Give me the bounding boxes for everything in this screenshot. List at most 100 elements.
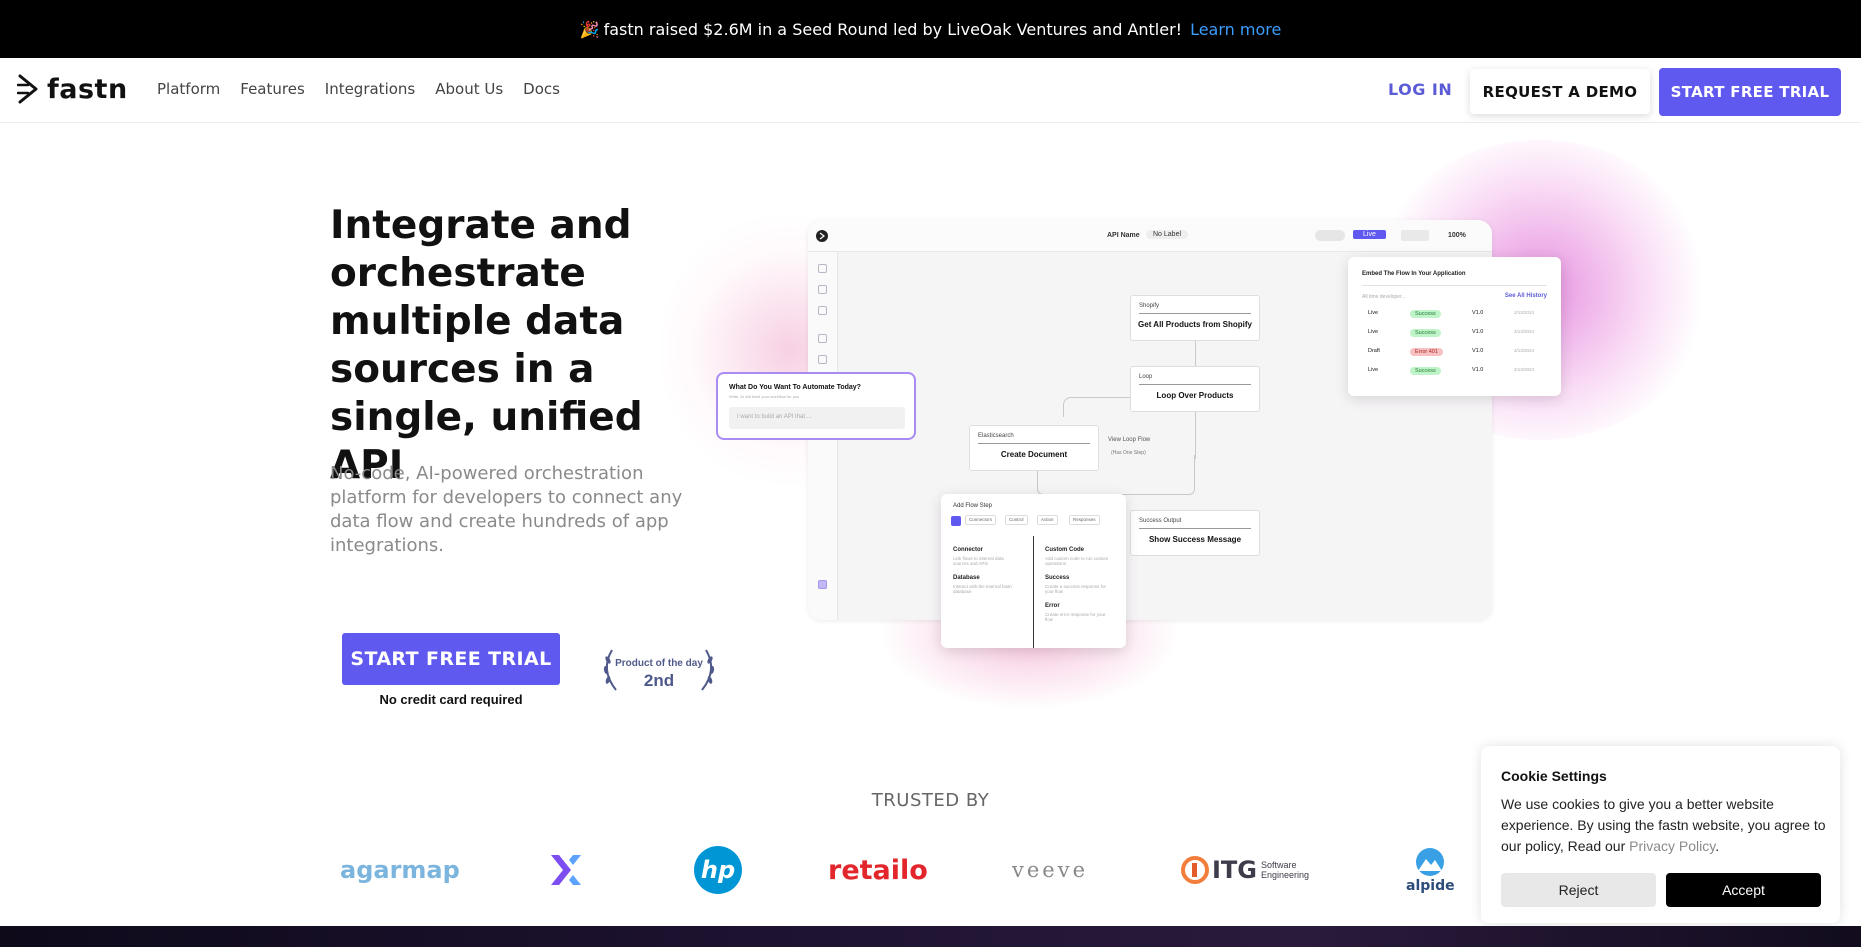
login-link[interactable]: LOG IN xyxy=(1388,80,1452,99)
no-credit-card-note: No credit card required xyxy=(379,692,523,707)
home-icon xyxy=(818,264,827,273)
history-row: Draft Error 401 V1.0 2/13/2024 xyxy=(1368,348,1546,358)
add-flow-step-card: Add Flow Step Connectors Control Action … xyxy=(941,494,1126,648)
history-divider xyxy=(1362,285,1547,286)
reject-cookies-button[interactable]: Reject xyxy=(1501,873,1656,907)
request-demo-button[interactable]: REQUEST A DEMO xyxy=(1470,69,1650,114)
row-version: V1.0 xyxy=(1472,310,1484,316)
history-row: Live Success V1.0 2/13/2024 xyxy=(1368,310,1546,320)
see-all-history-link: See All History xyxy=(1504,293,1547,299)
toggle-switch xyxy=(1315,230,1345,241)
db-icon xyxy=(818,306,827,315)
nav-link-about-us[interactable]: About Us xyxy=(435,80,503,98)
privacy-policy-link[interactable]: Privacy Policy xyxy=(1629,838,1715,854)
row-date: 2/13/2024 xyxy=(1514,329,1535,334)
logo-alpide: alpide xyxy=(1406,838,1455,902)
logo-veeve-text: veeve xyxy=(1012,858,1089,882)
row-version: V1.0 xyxy=(1472,348,1484,354)
zoom-level: 100% xyxy=(1448,232,1466,239)
node-header: Elasticsearch xyxy=(978,433,1014,439)
nav-link-features[interactable]: Features xyxy=(240,80,305,98)
nav-link-platform[interactable]: Platform xyxy=(157,80,220,98)
product-of-the-day-badge[interactable]: Product of the day 2nd xyxy=(598,648,720,692)
logo-x: X xyxy=(548,838,584,902)
status-badge: Success xyxy=(1410,310,1441,318)
history-subtitle: All time developer... xyxy=(1362,294,1406,300)
start-free-trial-nav-button[interactable]: START FREE TRIAL xyxy=(1659,68,1841,116)
node-elasticsearch: Elasticsearch Create Document xyxy=(969,425,1099,471)
customer-logos: agarmap X hp retailo veeve ITG Software … xyxy=(330,838,1460,902)
chip-connectors: Connectors xyxy=(965,515,997,525)
status-badge: Error 401 xyxy=(1410,348,1443,356)
profile-icon xyxy=(818,580,827,589)
row-env: Draft xyxy=(1368,348,1380,354)
option-desc: Link flows to internal data sources and … xyxy=(953,556,1004,566)
row-version: V1.0 xyxy=(1472,367,1484,373)
x-logo-icon xyxy=(551,855,581,885)
prompt-subtitle: Write, AI will build your workflow for y… xyxy=(729,394,800,399)
nav-link-docs[interactable]: Docs xyxy=(523,80,560,98)
embed-history-card: Embed The Flow In Your Application All t… xyxy=(1348,257,1561,396)
node-divider xyxy=(978,443,1090,444)
option-database: Database xyxy=(953,575,980,581)
nav-link-integrations[interactable]: Integrations xyxy=(325,80,415,98)
history-row: Live Success V1.0 2/13/2024 xyxy=(1368,367,1546,377)
settings-icon xyxy=(818,355,827,364)
learn-more-link[interactable]: Learn more xyxy=(1190,20,1281,39)
fastn-logo-icon xyxy=(17,74,38,104)
status-badge: Success xyxy=(1410,329,1441,337)
logo-retailo-text: retailo xyxy=(828,854,928,886)
node-header: Success Output xyxy=(1139,518,1182,524)
logo-itg-subtext: Software Engineering xyxy=(1261,860,1310,880)
logo-hp-text: hp xyxy=(700,856,736,884)
view-icons xyxy=(1401,230,1429,241)
logo-text: fastn xyxy=(47,73,128,105)
logo-itg-text: ITG xyxy=(1212,856,1257,884)
announcement-bar: 🎉 fastn raised $2.6M in a Seed Round led… xyxy=(0,0,1861,58)
badge-rank: 2nd xyxy=(643,671,675,690)
logo-alpide-text: alpide xyxy=(1406,877,1455,894)
chip-action: Action xyxy=(1037,515,1058,525)
node-shopify: Shopify Get All Products from Shopify xyxy=(1130,295,1260,341)
prompt-title: What Do You Want To Automate Today? xyxy=(729,384,861,391)
cookie-banner: Cookie Settings We use cookies to give y… xyxy=(1481,746,1840,923)
accept-cookies-button[interactable]: Accept xyxy=(1666,873,1821,907)
announcement-text: fastn raised $2.6M in a Seed Round led b… xyxy=(603,19,1183,39)
link-icon xyxy=(818,334,827,343)
row-date: 2/13/2024 xyxy=(1514,348,1535,353)
node-title: Get All Products from Shopify xyxy=(1138,320,1252,329)
start-free-trial-hero-button[interactable]: START FREE TRIAL xyxy=(342,633,560,685)
hero-title: Integrate and orchestrate multiple data … xyxy=(330,203,643,488)
prompt-input: I want to build an API that ... xyxy=(729,407,905,429)
logo-agarmap: agarmap xyxy=(340,838,460,902)
alpide-logo-icon xyxy=(1416,847,1445,876)
option-success: Success xyxy=(1045,575,1070,581)
option-desc: Interact with the internal fastn databas… xyxy=(953,584,1012,594)
node-divider xyxy=(1139,528,1251,529)
status-badge: Success xyxy=(1410,367,1441,375)
node-divider xyxy=(1139,384,1251,385)
footer-strip xyxy=(0,926,1861,947)
node-title: Show Success Message xyxy=(1148,535,1242,544)
option-desc: Create error response for your flow xyxy=(1045,612,1106,622)
row-env: Live xyxy=(1368,310,1379,316)
doc-icon xyxy=(818,285,827,294)
node-loop: Loop Loop Over Products xyxy=(1130,366,1260,412)
itg-logo-icon xyxy=(1181,856,1209,884)
cookie-body: We use cookies to give you a better webs… xyxy=(1501,796,1826,854)
column-divider xyxy=(1033,536,1034,648)
mockup-toolbar: API Name No Label Live 100% xyxy=(808,220,1492,252)
node-success: Success Output Show Success Message xyxy=(1130,510,1260,556)
nav-links: Platform Features Integrations About Us … xyxy=(157,80,560,98)
option-error: Error xyxy=(1045,603,1060,609)
chip-responses: Responses xyxy=(1069,515,1100,525)
view-loop-flow-sub: (Has One Step) xyxy=(1111,450,1146,456)
chip-control: Control xyxy=(1005,515,1028,525)
hero-subtitle: No-code, AI-powered orchestration platfo… xyxy=(330,463,683,556)
ai-prompt-card: What Do You Want To Automate Today? Writ… xyxy=(716,372,916,440)
node-header: Shopify xyxy=(1139,303,1160,309)
add-step-title: Add Flow Step xyxy=(953,503,993,509)
option-custom-code: Custom Code xyxy=(1045,547,1084,553)
logo[interactable]: fastn xyxy=(17,73,128,105)
logo-hp: hp xyxy=(693,838,743,902)
